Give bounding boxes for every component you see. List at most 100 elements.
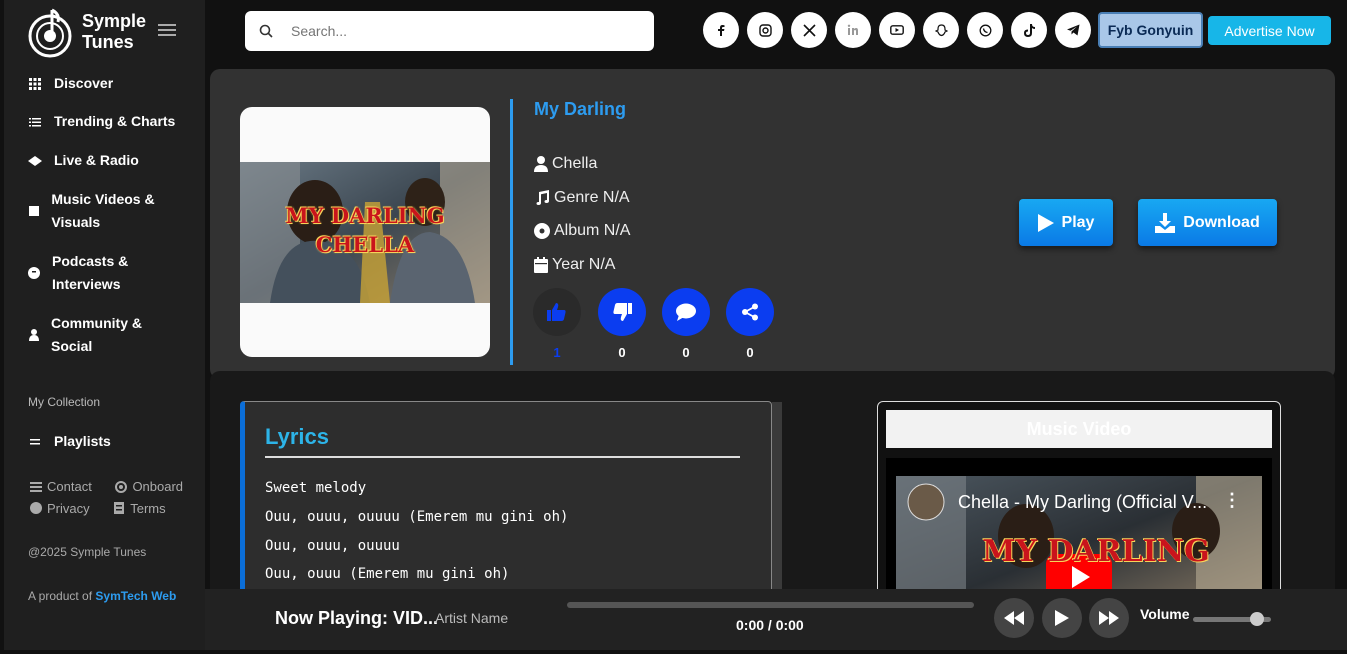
- artist-row: Chella: [534, 155, 597, 173]
- privacy-icon: [30, 502, 42, 514]
- rewind-button[interactable]: [994, 598, 1034, 638]
- share-icon: [742, 303, 758, 321]
- info-accent-bar: [510, 99, 513, 365]
- fast-forward-button[interactable]: [1089, 598, 1129, 638]
- logo-icon: [28, 8, 72, 58]
- sidebar-item-community[interactable]: Community & Social: [28, 312, 158, 358]
- content-panel: Lyrics Sweet melody Ouu, ouuu, ouuuu (Em…: [210, 371, 1335, 616]
- x-icon[interactable]: [791, 12, 827, 48]
- sidebar-item-playlists[interactable]: Playlists: [28, 430, 111, 453]
- playback-time: 0:00 / 0:00: [736, 617, 804, 633]
- privacy-label: Privacy: [47, 500, 90, 516]
- playlist-icon: [28, 435, 42, 449]
- now-playing-artist: Artist Name: [435, 610, 509, 626]
- advertise-button[interactable]: Advertise Now: [1208, 16, 1331, 45]
- lyric-line: Sweet melody: [265, 480, 367, 496]
- sidebar-item-discover[interactable]: Discover: [28, 72, 113, 95]
- whatsapp-icon[interactable]: [967, 12, 1003, 48]
- comment-count: 0: [682, 345, 690, 360]
- instagram-icon[interactable]: [747, 12, 783, 48]
- player-play-button[interactable]: [1042, 598, 1082, 638]
- lyric-line: Ouu, ouuu, ouuuu: [265, 538, 400, 554]
- youtube-icon[interactable]: [879, 12, 915, 48]
- sidebar-item-music-videos[interactable]: Music Videos & Visuals: [28, 188, 178, 234]
- play-button[interactable]: Play: [1019, 199, 1113, 246]
- onboard-link[interactable]: Onboard: [115, 479, 193, 494]
- product-link[interactable]: SymTech Web: [95, 589, 176, 603]
- download-label: Download: [1183, 213, 1260, 231]
- video-thumb-text: MY DARLING: [982, 534, 1210, 569]
- lyric-line: Ouu, ouuu, ouuuu (Emerem mu gini oh): [265, 509, 569, 525]
- search-box[interactable]: [245, 11, 654, 51]
- thumbs-down-icon: [613, 303, 632, 321]
- telegram-icon[interactable]: [1055, 12, 1091, 48]
- dislike-button[interactable]: [598, 288, 646, 336]
- video-embed[interactable]: MY DARLING Chella - My Darling (Official…: [886, 458, 1272, 616]
- sidebar-item-label: Podcasts & Interviews: [52, 253, 129, 292]
- more-options-icon[interactable]: ⋮: [1223, 490, 1241, 511]
- onboard-label: Onboard: [132, 479, 184, 494]
- search-input[interactable]: [291, 23, 621, 39]
- cover-title-line2: CHELLA: [315, 232, 415, 257]
- lyrics-scrollbar[interactable]: [772, 402, 782, 602]
- music-note-icon: [536, 190, 549, 205]
- volume-label: Volume: [1140, 606, 1190, 622]
- genre-row: Genre N/A: [534, 189, 630, 207]
- top-bar: Fyb Gonyuin Advertise Now: [205, 0, 1347, 63]
- progress-bar[interactable]: [567, 602, 974, 608]
- tiktok-icon[interactable]: [1011, 12, 1047, 48]
- broadcast-icon: [28, 154, 42, 168]
- year-text: Year N/A: [552, 256, 616, 273]
- music-video-heading: Music Video: [886, 410, 1272, 448]
- privacy-link[interactable]: Privacy: [30, 501, 100, 516]
- lyrics-heading: Lyrics: [265, 424, 330, 449]
- genre-text: Genre N/A: [554, 189, 630, 206]
- music-video-card: Music Video MY DARLING Chella - My Darli…: [877, 401, 1281, 616]
- share-button[interactable]: [726, 288, 774, 336]
- social-links: [703, 12, 1099, 48]
- sidebar-item-podcasts[interactable]: Podcasts & Interviews: [28, 250, 158, 296]
- fast-forward-icon: [1099, 611, 1119, 625]
- terms-icon: [114, 502, 125, 514]
- rewind-icon: [1004, 611, 1024, 625]
- product-prefix: A product of: [28, 589, 93, 603]
- lyrics-divider: [265, 456, 740, 458]
- play-icon: [1055, 610, 1069, 626]
- contact-label: Contact: [47, 479, 92, 494]
- sidebar-item-label: Discover: [54, 75, 114, 91]
- video-title[interactable]: Chella - My Darling (Official V...: [958, 492, 1207, 513]
- terms-link[interactable]: Terms: [113, 501, 175, 516]
- dislike-count: 0: [618, 345, 626, 360]
- linkedin-icon[interactable]: [835, 12, 871, 48]
- album-text: Album N/A: [554, 222, 631, 239]
- menu-toggle-icon[interactable]: [158, 24, 176, 36]
- download-icon: [1155, 212, 1176, 233]
- like-button[interactable]: [533, 288, 581, 336]
- footer-links: Contact Onboard Privacy Terms: [30, 479, 203, 517]
- artist-name[interactable]: Chella: [552, 155, 597, 173]
- sidebar-item-label: Trending & Charts: [54, 113, 176, 129]
- lyric-line: Ouu, ouuu (Emerem mu gini oh): [265, 566, 510, 582]
- sidebar: Symple Tunes Discover Trending & Charts …: [4, 0, 205, 650]
- sidebar-item-trending[interactable]: Trending & Charts: [28, 110, 175, 133]
- sidebar-item-live-radio[interactable]: Live & Radio: [28, 149, 139, 172]
- volume-knob[interactable]: [1249, 612, 1264, 626]
- contact-link[interactable]: Contact: [30, 479, 102, 494]
- snapchat-icon[interactable]: [923, 12, 959, 48]
- facebook-icon[interactable]: [703, 12, 739, 48]
- download-button[interactable]: Download: [1138, 199, 1277, 246]
- copyright-text: @2025 Symple Tunes: [28, 545, 147, 559]
- user-icon: [28, 328, 39, 342]
- video-square-icon: [28, 204, 39, 218]
- onboard-icon: [115, 480, 128, 493]
- user-profile-button[interactable]: Fyb Gonyuin: [1098, 12, 1203, 48]
- comment-button[interactable]: [662, 288, 710, 336]
- brand-name-line1: Symple: [82, 11, 147, 31]
- brand-logo[interactable]: Symple Tunes: [24, 6, 146, 58]
- product-credit: A product of SymTech Web: [28, 587, 178, 606]
- album-row: Album N/A: [534, 222, 630, 240]
- play-icon: [1037, 213, 1054, 232]
- year-row: Year N/A: [534, 256, 615, 274]
- song-hero: MY DARLING CHELLA My Darling Chella Genr…: [210, 69, 1335, 379]
- play-label: Play: [1061, 213, 1095, 231]
